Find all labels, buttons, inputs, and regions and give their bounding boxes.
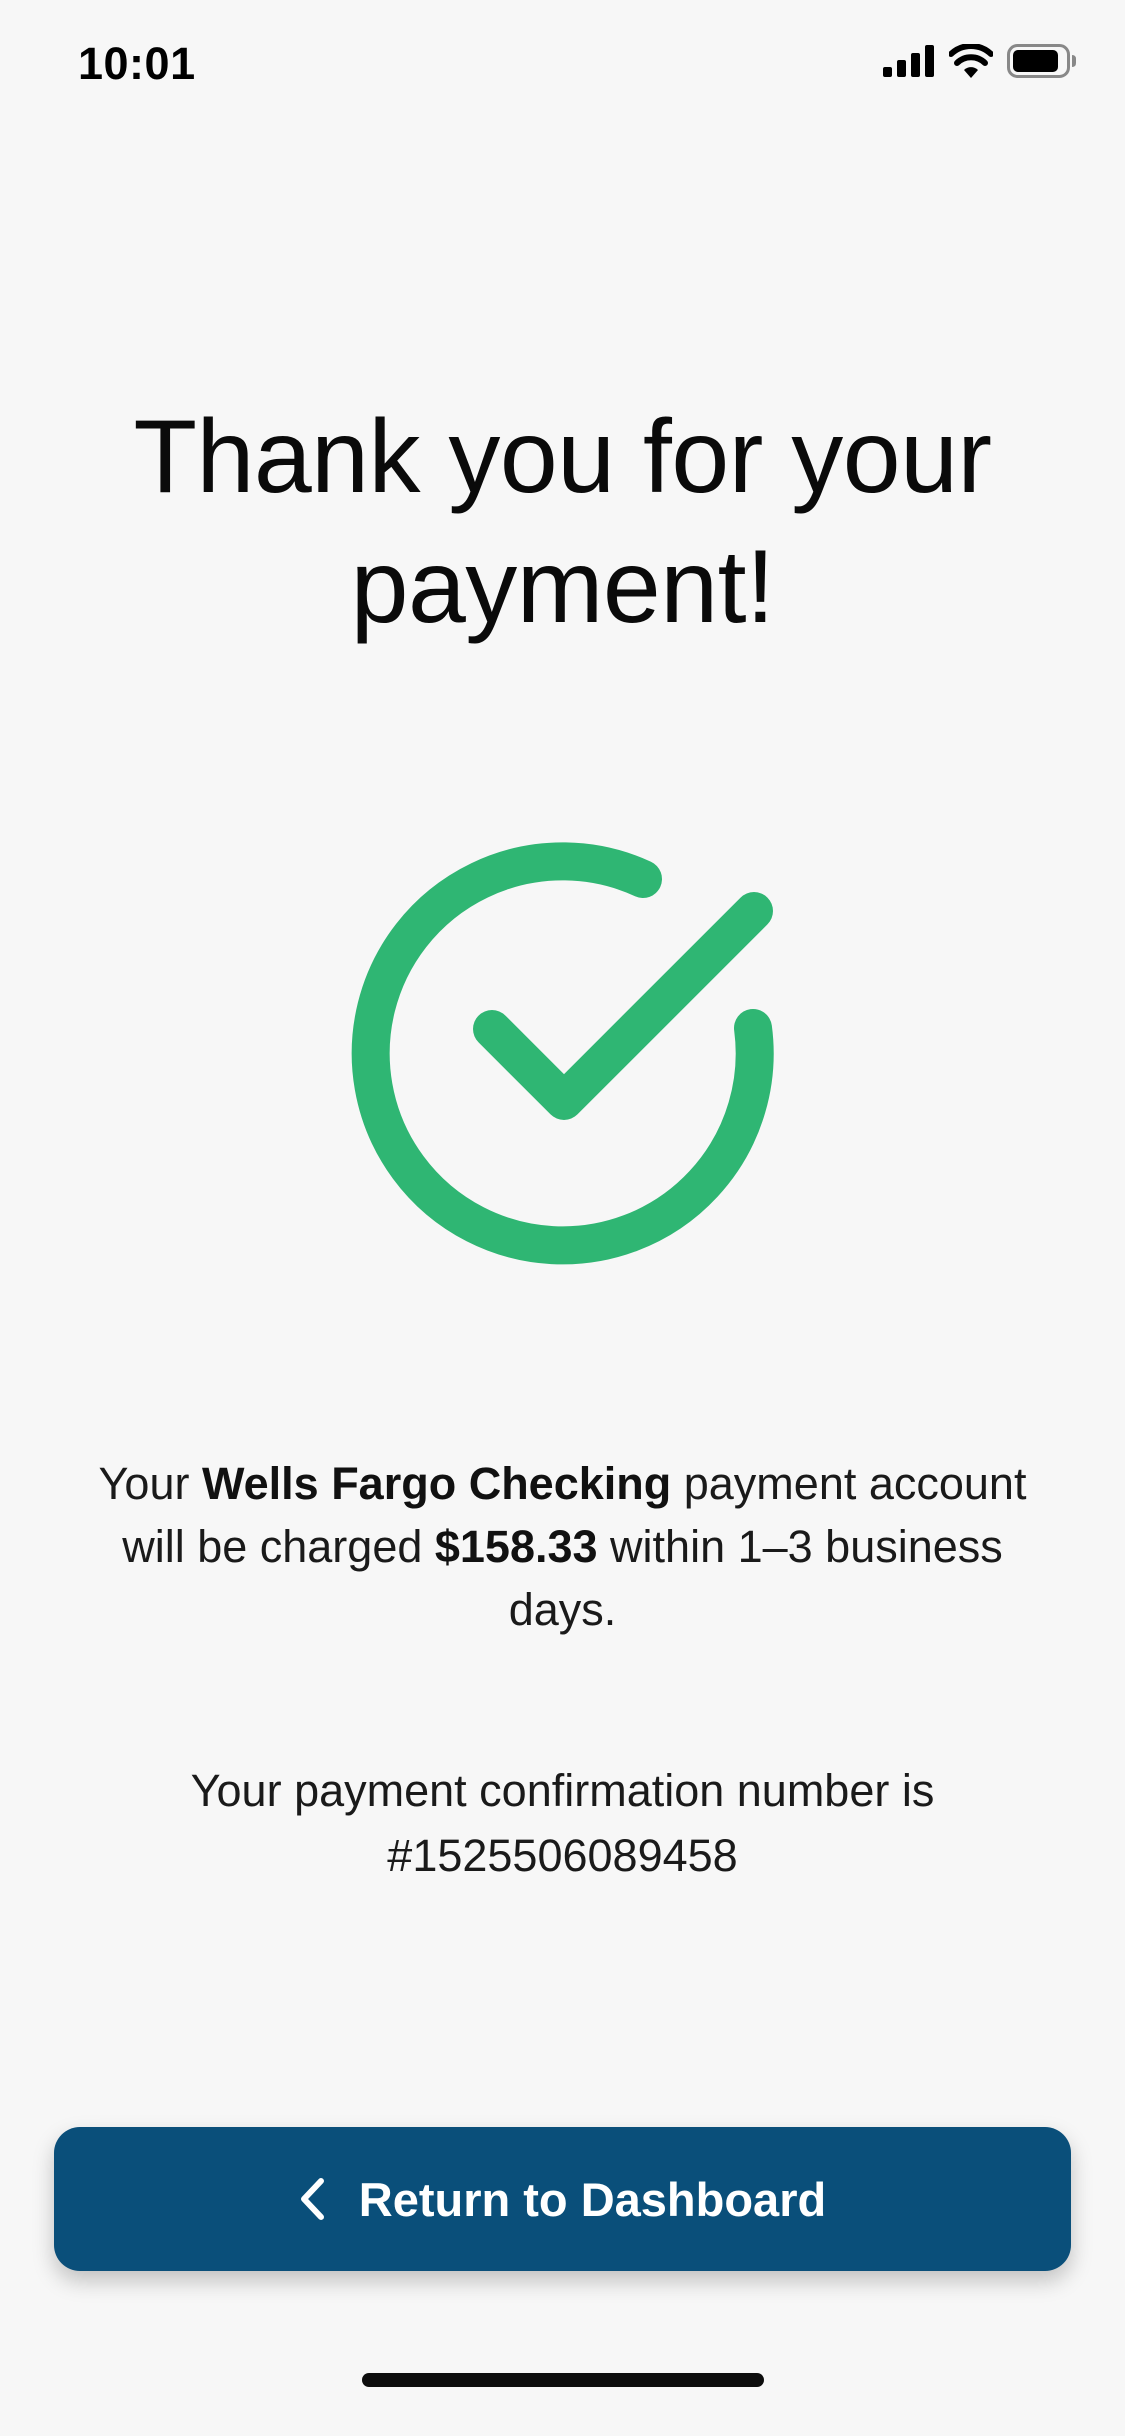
success-icon-wrap xyxy=(345,838,785,1278)
confirmation-text: Your payment confirmation number is xyxy=(190,1765,935,1816)
status-icons xyxy=(883,44,1077,78)
payment-message: Your Wells Fargo Checking payment accoun… xyxy=(80,1452,1045,1641)
chevron-left-icon xyxy=(300,2178,324,2220)
check-circle-icon xyxy=(351,842,774,1265)
battery-icon xyxy=(1007,44,1076,78)
payment-amount: $158.33 xyxy=(434,1521,598,1572)
message-prefix: Your xyxy=(98,1458,202,1509)
wifi-icon xyxy=(949,44,993,78)
confirmation-block: Your payment confirmation number is #152… xyxy=(80,1758,1045,1888)
confirmation-number: #1525506089458 xyxy=(387,1830,738,1881)
status-bar: 10:01 xyxy=(0,0,1125,132)
return-to-dashboard-button[interactable]: Return to Dashboard xyxy=(54,2127,1071,2271)
return-to-dashboard-label: Return to Dashboard xyxy=(358,2172,827,2226)
account-name: Wells Fargo Checking xyxy=(201,1458,672,1509)
signal-icon xyxy=(883,45,934,77)
status-time: 10:01 xyxy=(78,38,196,89)
page-title: Thank you for your payment! xyxy=(133,399,992,645)
home-indicator xyxy=(362,2373,764,2387)
